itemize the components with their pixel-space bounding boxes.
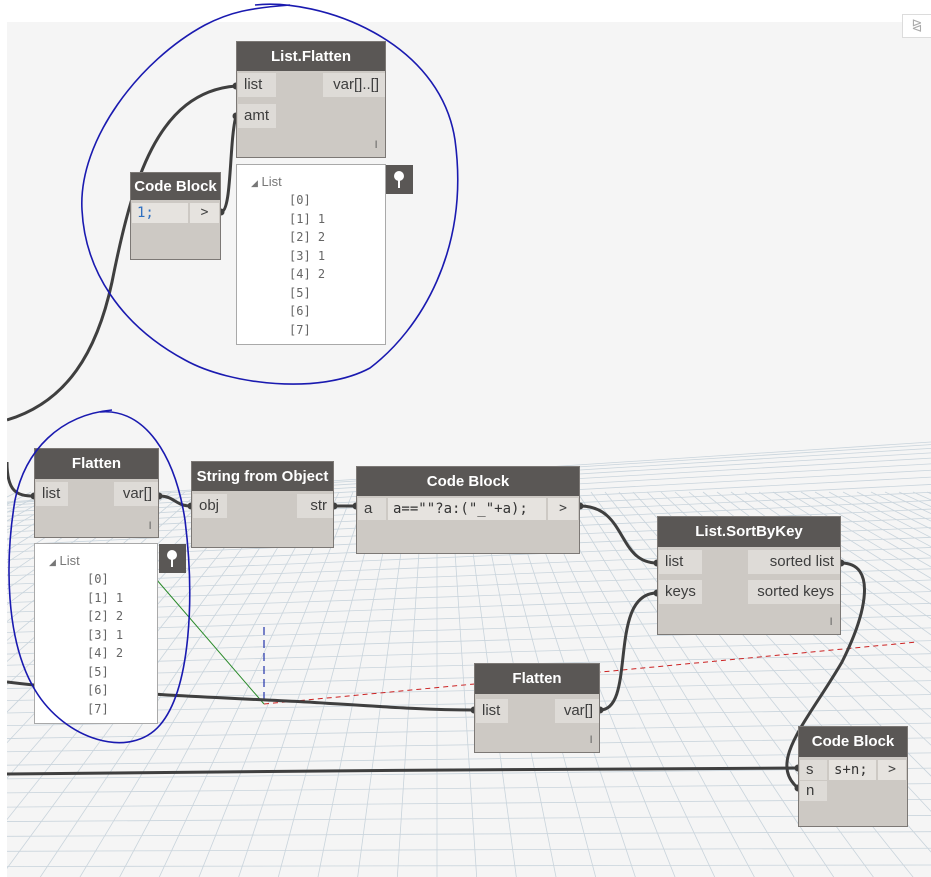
preview-list-item: [7]	[289, 322, 311, 337]
preview-list-header: ◢ List	[49, 553, 80, 568]
input-port-list[interactable]: list	[36, 482, 68, 506]
output-port-str[interactable]: str	[297, 494, 333, 518]
input-port-list[interactable]: list	[659, 550, 702, 574]
preview-list-item: [3] 1	[289, 248, 326, 263]
input-port-list[interactable]: list	[238, 73, 276, 97]
code-editor[interactable]: 1;	[132, 203, 188, 223]
preview-list-item: [4] 2	[289, 267, 326, 281]
preview-list-item: [5]	[289, 285, 311, 300]
triangle-collapse-icon[interactable]: ◢	[251, 178, 258, 188]
preview-list-item: [1] 1	[289, 211, 326, 226]
preview-list-item: [6]	[289, 304, 311, 318]
node-title: List.SortByKey	[658, 517, 840, 547]
preview-list-item: [0]	[87, 572, 109, 586]
output-port[interactable]: >	[878, 760, 906, 780]
node-title: String from Object	[192, 462, 333, 491]
preview-list-item: [2] 2	[87, 609, 124, 623]
lacing-indicator[interactable]: l	[149, 521, 151, 532]
output-port-var[interactable]: var[]	[555, 699, 599, 723]
toggle-view-icon[interactable]: ⧎	[902, 14, 931, 38]
flatten-node[interactable]: Flatten list var[] l	[34, 448, 159, 538]
code-block-node[interactable]: Code Block s n s+n; >	[798, 726, 908, 827]
node-title: Flatten	[475, 664, 599, 694]
flatten-node[interactable]: Flatten list var[] l	[474, 663, 600, 753]
output-port[interactable]: >	[190, 203, 219, 223]
code-editor[interactable]: s+n;	[829, 760, 876, 780]
input-port-a[interactable]: a	[358, 498, 386, 520]
input-port-s[interactable]: s	[800, 760, 827, 780]
input-port-n[interactable]: n	[800, 781, 827, 801]
lacing-indicator[interactable]: l	[590, 735, 592, 746]
preview-list-item: [6]	[87, 683, 109, 697]
output-port-var[interactable]: var[]	[114, 482, 158, 506]
preview-list-item: [4] 2	[87, 646, 124, 660]
preview-list-item: [5]	[87, 664, 109, 679]
output-port-var[interactable]: var[]..[]	[323, 73, 385, 97]
preview-list-item: [1] 1	[87, 590, 124, 605]
output-port[interactable]: >	[548, 498, 578, 520]
input-port-amt[interactable]: amt	[238, 104, 276, 128]
list-flatten-node[interactable]: List.Flatten list amt var[]..[] l	[236, 41, 386, 158]
string-from-object-node[interactable]: String from Object obj str	[191, 461, 334, 548]
code-block-node[interactable]: Code Block a a==""?a:("_"+a); >	[356, 466, 580, 554]
lacing-indicator[interactable]: l	[830, 617, 832, 628]
preview-list-item: [3] 1	[87, 627, 124, 642]
preview-list-item: [2] 2	[289, 230, 326, 244]
input-port-keys[interactable]: keys	[659, 580, 702, 604]
output-port-sorted-keys[interactable]: sorted keys	[748, 580, 840, 604]
node-preview-bubble[interactable]: ◢ List [0] [1] 1 [2] 2 [3] 1 [4] 2 [5] [6] [7]	[34, 543, 158, 724]
code-block-node[interactable]: Code Block 1; >	[130, 172, 221, 260]
node-title: Flatten	[35, 449, 158, 479]
node-preview-bubble[interactable]: ◢ List [0] [1] 1 [2] 2 [3] 1 [4] 2 [5] [6] [7]	[236, 164, 386, 345]
input-port-obj[interactable]: obj	[193, 494, 227, 518]
graph-canvas[interactable]: List.Flatten list amt var[]..[] l Code B…	[7, 22, 931, 877]
node-title: Code Block	[131, 173, 220, 200]
preview-list-item: [7]	[87, 701, 109, 716]
node-title: Code Block	[357, 467, 579, 496]
node-title: List.Flatten	[237, 42, 385, 71]
list-sort-by-key-node[interactable]: List.SortByKey list keys sorted list sor…	[657, 516, 841, 635]
triangle-collapse-icon[interactable]: ◢	[49, 557, 56, 567]
input-port-list[interactable]: list	[476, 699, 508, 723]
output-port-sorted-list[interactable]: sorted list	[748, 550, 840, 574]
code-editor[interactable]: a==""?a:("_"+a);	[388, 498, 546, 520]
lacing-indicator[interactable]: l	[375, 140, 377, 151]
pin-icon[interactable]	[159, 544, 186, 573]
node-title: Code Block	[799, 727, 907, 757]
preview-list-header: ◢ List	[251, 174, 282, 189]
preview-list-item: [0]	[289, 193, 311, 207]
pin-icon[interactable]	[386, 165, 413, 194]
